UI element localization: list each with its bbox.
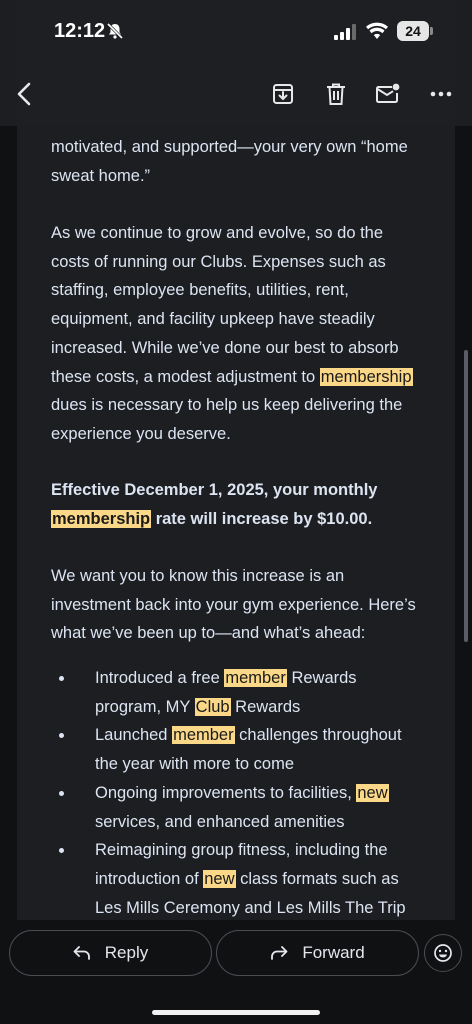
more-horizontal-icon [430,91,452,97]
search-highlight: membership [319,367,413,386]
paragraph-2: As we continue to grow and evolve, so do… [51,224,413,443]
list-item: Ongoing improvements to facilities, new … [75,779,455,836]
mark-unread-button[interactable] [372,78,404,110]
forward-label: Forward [302,943,365,962]
status-time: 12:12 [54,20,106,42]
search-highlight: member [224,669,287,687]
wifi-icon [366,22,388,39]
more-options-button[interactable] [425,78,457,110]
home-indicator[interactable] [152,1010,320,1015]
reply-label: Reply [104,943,149,962]
scrollbar[interactable] [464,350,468,642]
search-highlight: Club [194,697,231,716]
cellular-signal-icon [334,24,356,40]
reply-button[interactable]: Reply [9,930,212,976]
search-highlight: member [172,726,235,745]
list-item: Reimagining group fitness, including the… [75,836,455,922]
bell-muted-icon [106,22,124,40]
forward-arrow-icon [271,946,288,960]
trash-icon [327,83,345,105]
search-highlight: membership [51,509,152,528]
search-highlight: new [203,869,236,888]
status-bar: 12:12 24 [0,0,472,60]
mail-unread-icon [376,83,400,103]
battery-indicator: 24 [397,21,429,41]
app-bar [0,70,472,122]
reply-arrow-icon [73,946,90,960]
bottom-action-bar: Reply Forward [0,920,472,1024]
smiley-icon [434,944,452,962]
archive-button[interactable] [267,78,299,110]
list-item: Launched member challenges throughout th… [75,721,455,778]
paragraph-4: We want you to know this increase is an … [51,567,416,643]
search-highlight: new [356,783,389,802]
archive-icon [273,84,293,104]
paragraph-3-bold: Effective December 1, 2025, your monthly… [51,481,378,528]
back-button[interactable] [8,78,40,110]
delete-button[interactable] [320,78,352,110]
back-arrow-icon [17,82,31,106]
battery-tip [430,27,433,35]
top-bar: 12:12 24 [0,0,472,126]
forward-button[interactable]: Forward [216,930,419,976]
bullet-list: Introduced a free member Rewards program… [51,664,455,922]
paragraph-1: motivated, and supported—your very own “… [51,138,408,185]
list-item: Introduced a free member Rewards program… [75,664,455,721]
emoji-reaction-button[interactable] [424,934,462,972]
